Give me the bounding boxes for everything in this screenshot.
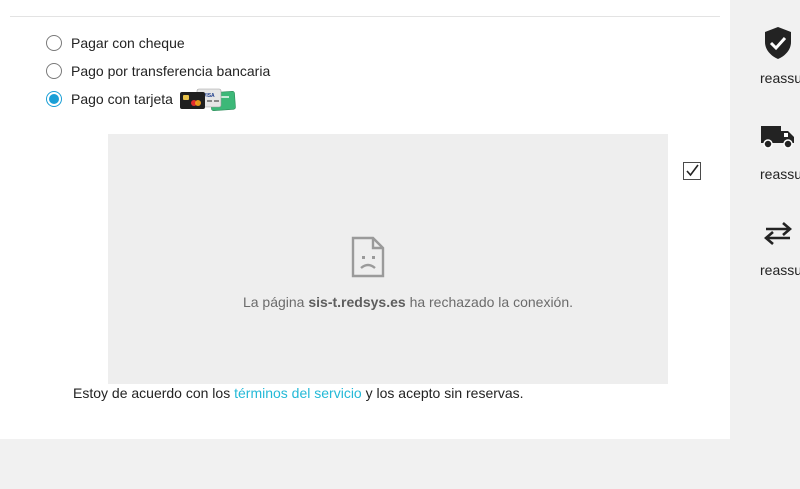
- terms-of-service-link[interactable]: términos del servicio: [234, 385, 362, 401]
- message-suffix: ha rechazado la conexión.: [409, 294, 574, 310]
- exchange-arrows-icon: [764, 222, 792, 245]
- payment-iframe[interactable]: La página sis-t.redsys.es ha rechazado l…: [108, 134, 668, 384]
- payment-option-card[interactable]: Pago con tarjeta VISA: [46, 88, 237, 111]
- checkmark-icon: [686, 164, 699, 177]
- connection-refused-message: La página sis-t.redsys.es ha rechazado l…: [108, 294, 668, 310]
- reassurance-text: reassurance: [760, 262, 800, 278]
- payment-option-label: Pagar con cheque: [71, 35, 185, 51]
- truck-icon: [761, 126, 794, 149]
- reassurance-text: reassurance: [760, 70, 800, 86]
- radio-cheque[interactable]: [46, 35, 62, 51]
- message-prefix: La página: [242, 294, 305, 310]
- payment-option-bank-transfer[interactable]: Pago por transferencia bancaria: [46, 60, 270, 82]
- payment-option-label: Pago por transferencia bancaria: [71, 63, 271, 79]
- credit-cards-logo: VISA: [179, 88, 236, 111]
- reassurance-item-returns: reassurance: [760, 218, 800, 282]
- reassurance-item-security: reassurance: [760, 26, 800, 90]
- terms-agreement: Estoy de acuerdo con los términos del se…: [73, 385, 524, 401]
- terms-text-before: Estoy de acuerdo con los: [73, 385, 231, 401]
- sad-document-icon: [351, 236, 385, 278]
- divider: [10, 16, 720, 17]
- reassurance-text: reassurance: [760, 166, 800, 182]
- terms-checkbox[interactable]: [683, 162, 701, 180]
- reassurance-item-delivery: reassurance: [760, 122, 800, 186]
- checkout-payment-panel: Pagar con cheque Pago por transferencia …: [0, 0, 730, 439]
- message-host: sis-t.redsys.es: [308, 294, 406, 310]
- payment-option-cheque[interactable]: Pagar con cheque: [46, 32, 185, 54]
- shield-check-icon: [765, 27, 791, 59]
- payment-option-label: Pago con tarjeta: [71, 91, 173, 107]
- radio-card[interactable]: [46, 91, 62, 107]
- terms-text-after: y los acepto sin reservas.: [365, 385, 524, 401]
- radio-bank-transfer[interactable]: [46, 63, 62, 79]
